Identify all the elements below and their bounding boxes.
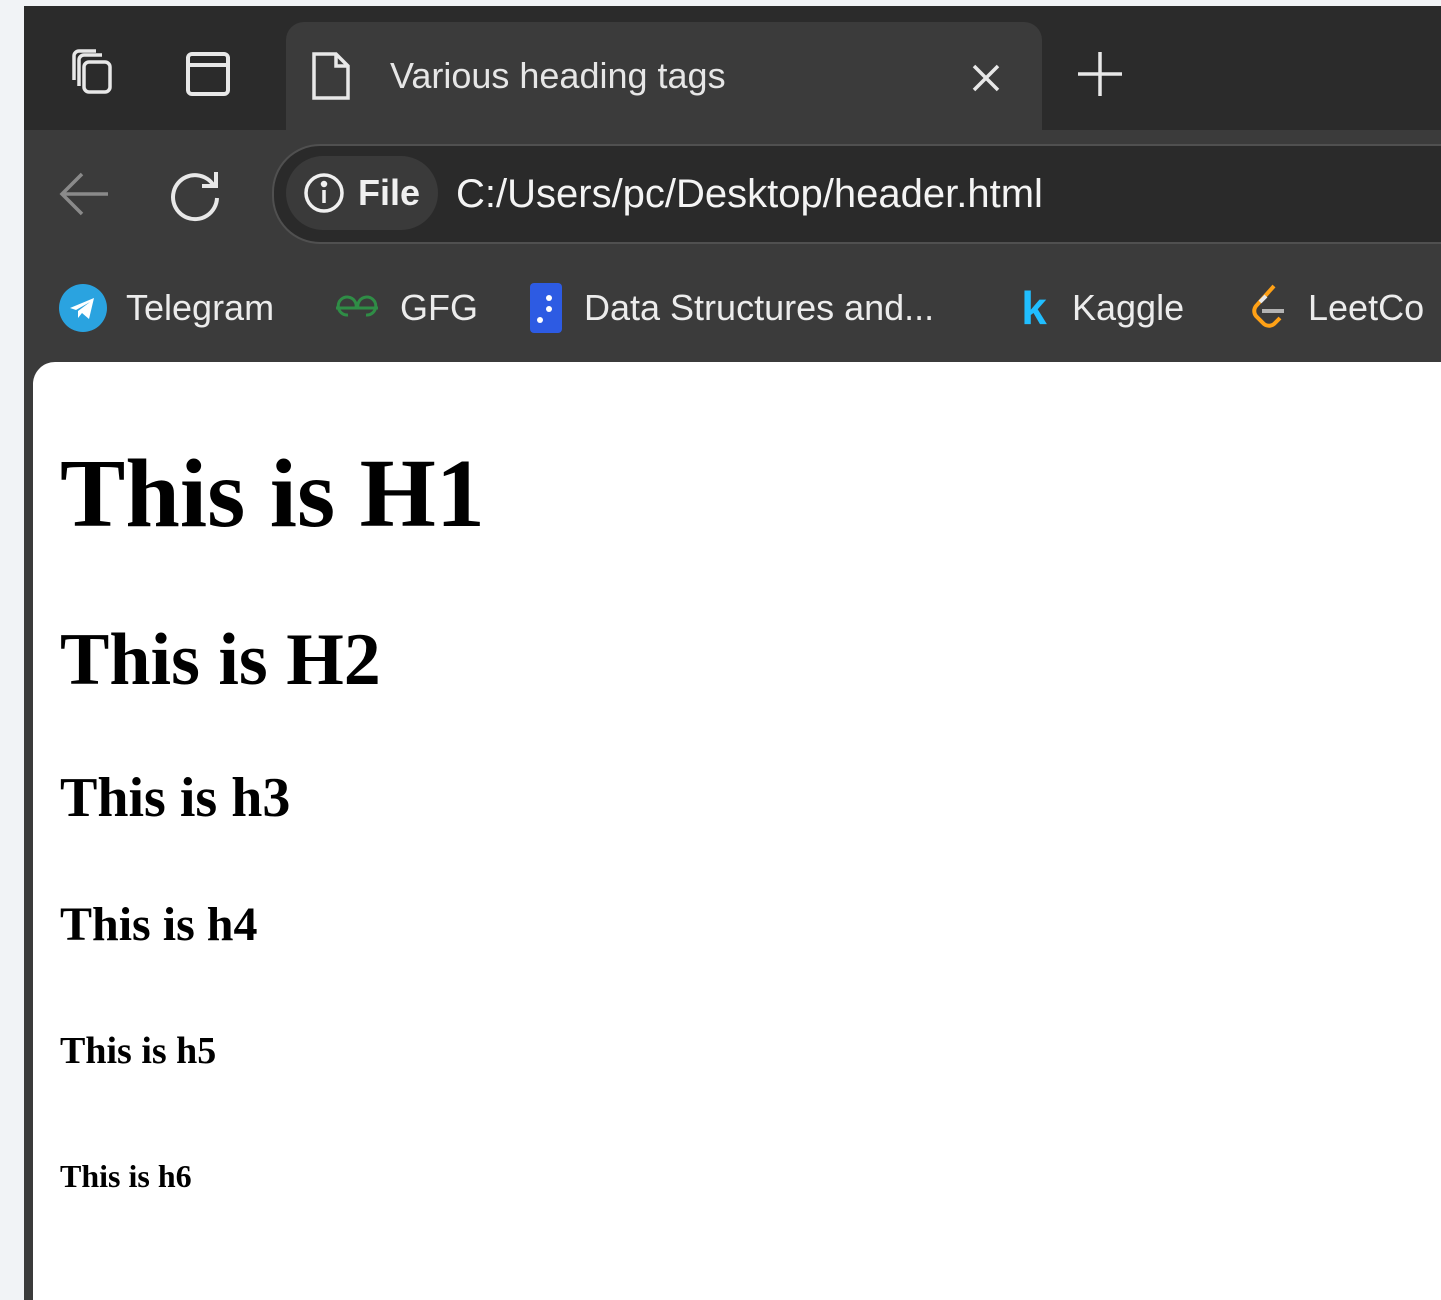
leetcode-icon [1246,283,1290,333]
gfg-icon [332,283,382,333]
heading-h6: This is h6 [60,1158,192,1194]
bookmark-label: GFG [400,287,478,328]
document-icon [310,50,352,102]
page-viewport: This is H1 This is H2 This is h3 This is… [33,362,1441,1300]
heading-h3: This is h3 [60,767,291,829]
tab-strip: Various heading tags [24,6,1441,130]
bookmark-gfg[interactable]: GFG [332,282,478,334]
bookmark-telegram[interactable]: Telegram [58,282,274,334]
bookmark-label: LeetCo [1308,287,1425,328]
kaggle-icon: k [1021,282,1047,334]
back-arrow-icon[interactable] [54,164,114,224]
site-info-chip[interactable]: File [286,156,438,230]
tab-active[interactable]: Various heading tags [286,22,1042,130]
bookmark-label: Kaggle [1072,287,1185,328]
heading-h4: This is h4 [60,898,258,951]
bookmark-kaggle[interactable]: k Kaggle [1014,282,1184,334]
data-structures-icon [526,283,566,333]
info-icon [302,171,346,215]
heading-h1: This is H1 [60,440,485,548]
vertical-tabs-icon[interactable] [178,44,238,104]
url-text[interactable]: C:/Users/pc/Desktop/header.html [456,166,1043,222]
bookmarks-bar: Telegram GFG Data Structures and... k Ka… [24,248,1441,362]
bookmark-label: Telegram [126,287,275,328]
heading-h5: This is h5 [60,1030,217,1072]
workspaces-icon[interactable] [64,44,124,104]
close-icon[interactable] [966,58,1006,98]
address-bar[interactable]: File C:/Users/pc/Desktop/header.html [272,144,1441,244]
browser-window: Various heading tags File C:/Users/pc/De… [24,6,1441,1300]
tab-title: Various heading tags [390,55,726,96]
toolbar: File C:/Users/pc/Desktop/header.html [24,130,1441,248]
bookmark-data-structures[interactable]: Data Structures and... [526,282,934,334]
heading-h2: This is H2 [60,619,381,701]
site-info-label: File [358,172,421,213]
bookmark-label: Data Structures and... [584,287,935,328]
bookmark-leetcode[interactable]: LeetCo [1246,282,1424,334]
new-tab-icon[interactable] [1072,46,1128,102]
telegram-icon [58,283,108,333]
refresh-icon[interactable] [166,164,226,224]
